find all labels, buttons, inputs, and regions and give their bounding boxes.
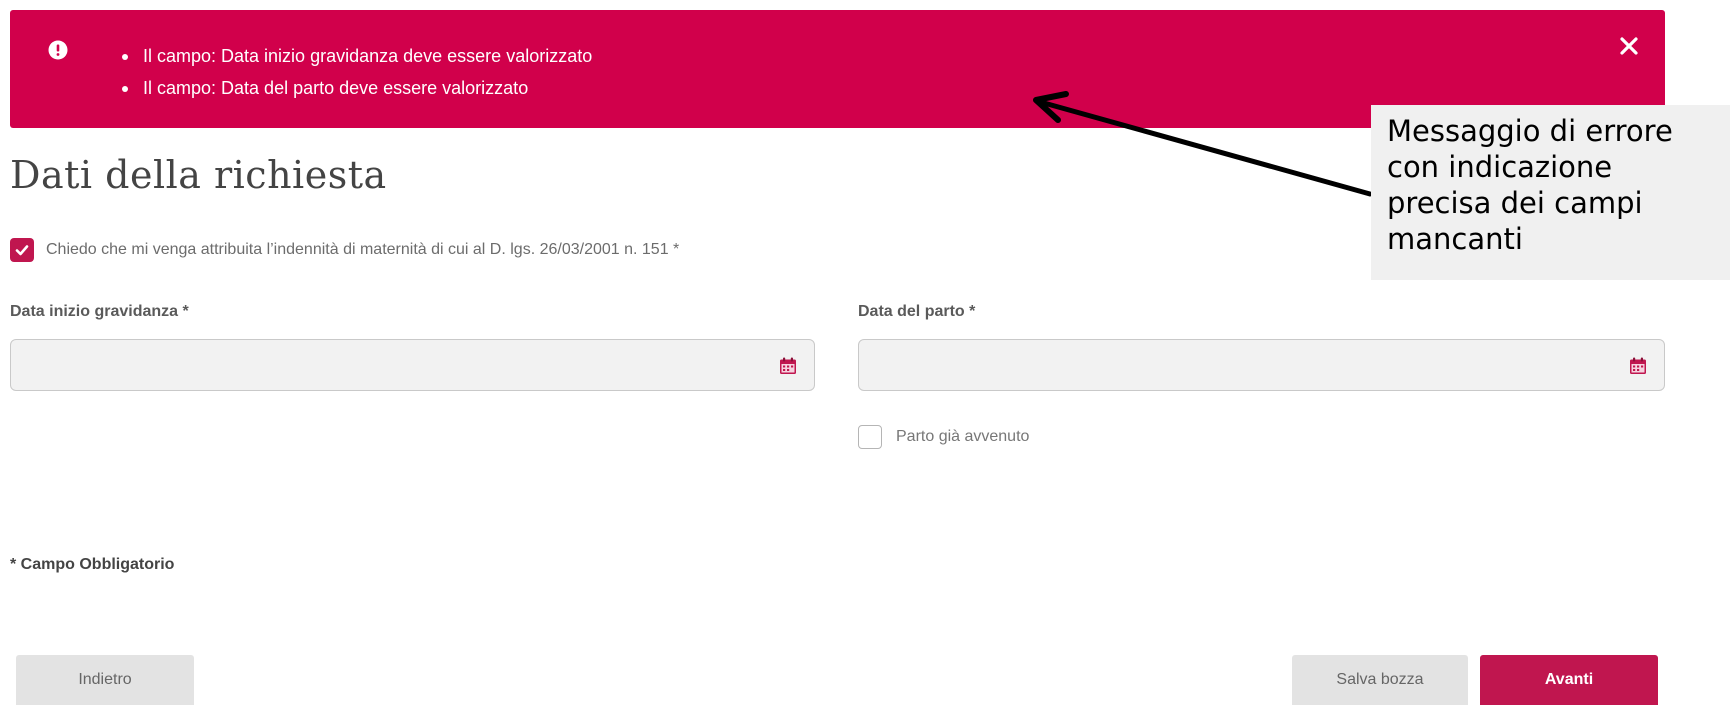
close-icon[interactable] <box>1615 32 1643 60</box>
delivery-date-label: Data del parto * <box>858 303 976 320</box>
checkmark-icon <box>15 245 29 256</box>
delivery-done-row: Parto già avvenuto <box>858 425 1029 449</box>
error-message: Il campo: Data inizio gravidanza deve es… <box>120 40 592 72</box>
required-field-note: * Campo Obbligatorio <box>10 556 175 573</box>
back-button[interactable]: Indietro <box>16 655 194 705</box>
consent-checkbox[interactable] <box>10 238 34 262</box>
save-draft-button[interactable]: Salva bozza <box>1292 655 1468 705</box>
next-button[interactable]: Avanti <box>1480 655 1658 705</box>
error-message: Il campo: Data del parto deve essere val… <box>120 72 592 104</box>
pregnancy-start-input[interactable] <box>11 340 814 390</box>
delivery-done-checkbox[interactable] <box>858 425 882 449</box>
delivery-done-label: Parto già avvenuto <box>896 428 1030 445</box>
page-title: Dati della richiesta <box>10 153 387 197</box>
delivery-date-input[interactable] <box>859 340 1664 390</box>
pregnancy-start-label: Data inizio gravidanza * <box>10 303 189 320</box>
consent-row: Chiedo che mi venga attribuita l’indenni… <box>10 238 679 262</box>
annotation-arrow <box>1033 91 1373 197</box>
annotation-callout: Messaggio di errore con indicazione prec… <box>1371 105 1730 280</box>
delivery-date-field[interactable] <box>858 339 1665 391</box>
calendar-icon[interactable] <box>1628 356 1648 376</box>
pregnancy-start-field[interactable] <box>10 339 815 391</box>
alert-circle-icon <box>48 40 68 60</box>
error-message-list: Il campo: Data inizio gravidanza deve es… <box>120 40 592 104</box>
consent-label: Chiedo che mi venga attribuita l’indenni… <box>46 241 680 258</box>
calendar-icon[interactable] <box>778 356 798 376</box>
